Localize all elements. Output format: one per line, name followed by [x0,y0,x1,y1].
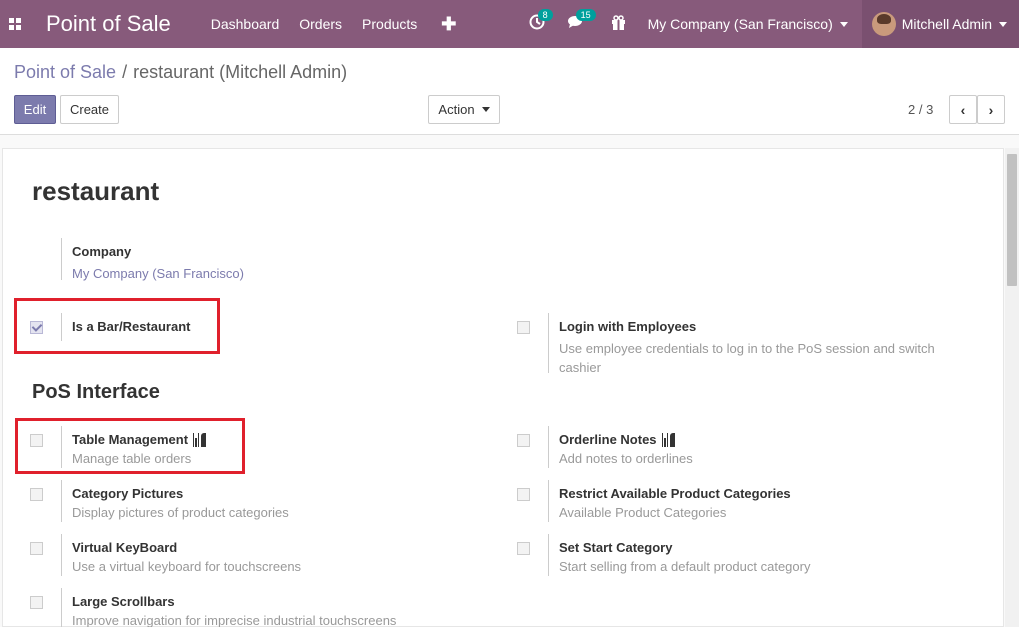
category-pictures-checkbox[interactable] [30,488,43,501]
edit-button[interactable]: Edit [14,95,56,124]
divider [61,534,62,576]
divider [61,588,62,627]
divider [548,534,549,576]
orderline-notes-label: Orderline Notes [559,432,657,447]
chevron-down-icon [999,21,1007,27]
restrict-categories-label: Restrict Available Product Categories [559,486,791,501]
top-navbar: Point of Sale Dashboard Orders Products … [0,0,1019,48]
user-name: Mitchell Admin [901,16,992,32]
action-label: Action [438,102,475,117]
user-menu[interactable]: Mitchell Admin [861,0,1019,48]
company-name: My Company (San Francisco) [647,16,833,32]
messages-badge: 15 [575,9,596,21]
divider [61,238,62,280]
section-pos-interface: PoS Interface [32,381,160,403]
action-dropdown[interactable]: Action [428,95,500,124]
pager-previous-button[interactable]: ‹ [949,95,977,124]
setting-login-employees: Login with Employees Use employee creden… [517,313,957,379]
large-scrollbars-checkbox[interactable] [30,596,43,609]
apps-menu-icon[interactable] [0,0,30,48]
chevron-down-icon [839,21,848,27]
chevron-right-icon: › [988,101,994,118]
setting-restrict-categories: Restrict Available Product Categories Av… [517,480,957,526]
large-scrollbars-label: Large Scrollbars [72,594,175,609]
create-button[interactable]: Create [60,95,119,124]
divider [548,313,549,373]
large-scrollbars-desc: Improve navigation for imprecise industr… [72,613,397,627]
company-switcher[interactable]: My Company (San Francisco) [648,16,848,32]
pager-value[interactable]: 2 / 3 [908,102,933,117]
chevron-left-icon: ‹ [960,101,966,118]
start-category-checkbox[interactable] [517,542,530,555]
orderline-notes-desc: Add notes to orderlines [559,451,693,466]
activity-badge: 8 [537,9,553,21]
virtual-keyboard-label: Virtual KeyBoard [72,540,178,555]
restaurant-icon [661,432,675,447]
pager-next-button[interactable]: › [977,95,1005,124]
app-brand[interactable]: Point of Sale [46,11,171,37]
setting-start-category: Set Start Category Start selling from a … [517,534,957,580]
scrollbar-thumb[interactable] [1007,154,1017,286]
chevron-down-icon [481,107,490,112]
breadcrumb-current: restaurant (Mitchell Admin) [133,62,348,82]
divider [548,426,549,468]
avatar [871,12,896,36]
category-pictures-desc: Display pictures of product categories [72,505,289,520]
record-title: restaurant [32,176,160,206]
start-category-desc: Start selling from a default product cat… [559,559,811,574]
login-employees-desc: Use employee credentials to log in to th… [559,341,935,375]
setting-orderline-notes: Orderline Notes Add notes to orderlines [517,426,957,472]
menu-dashboard[interactable]: Dashboard [211,16,280,32]
menu-orders[interactable]: Orders [299,16,342,32]
divider [548,480,549,522]
start-category-label: Set Start Category [559,540,673,555]
gift-icon[interactable] [611,14,626,34]
menu-products[interactable]: Products [362,16,417,32]
divider [61,480,62,522]
breadcrumb: Point of Sale / restaurant (Mitchell Admin… [14,62,347,83]
login-employees-label: Login with Employees [559,319,697,334]
messages-icon[interactable]: 15 [567,9,596,34]
company-value[interactable]: My Company (San Francisco) [72,264,244,283]
orderline-notes-checkbox[interactable] [517,434,530,447]
highlight-box-table-management [15,418,245,474]
virtual-keyboard-desc: Use a virtual keyboard for touchscreens [72,559,302,574]
setting-category-pictures: Category Pictures Display pictures of pr… [30,480,470,526]
breadcrumb-parent[interactable]: Point of Sale [14,62,116,82]
activity-icon[interactable]: 8 [529,9,553,34]
company-label: Company [72,244,132,259]
category-pictures-label: Category Pictures [72,486,184,501]
setting-large-scrollbars: Large Scrollbars Improve navigation for … [30,588,470,627]
vertical-scrollbar[interactable] [1005,148,1019,627]
restrict-categories-desc: Available Product Categories [559,505,727,520]
setting-virtual-keyboard: Virtual KeyBoard Use a virtual keyboard … [30,534,470,580]
company-field: Company My Company (San Francisco) [30,238,430,288]
login-employees-checkbox[interactable] [517,321,530,334]
breadcrumb-separator: / [122,62,128,82]
virtual-keyboard-checkbox[interactable] [30,542,43,555]
highlight-box-bar-restaurant [14,298,220,354]
restrict-categories-checkbox[interactable] [517,488,530,501]
add-menu-icon[interactable]: ✚ [441,14,456,35]
